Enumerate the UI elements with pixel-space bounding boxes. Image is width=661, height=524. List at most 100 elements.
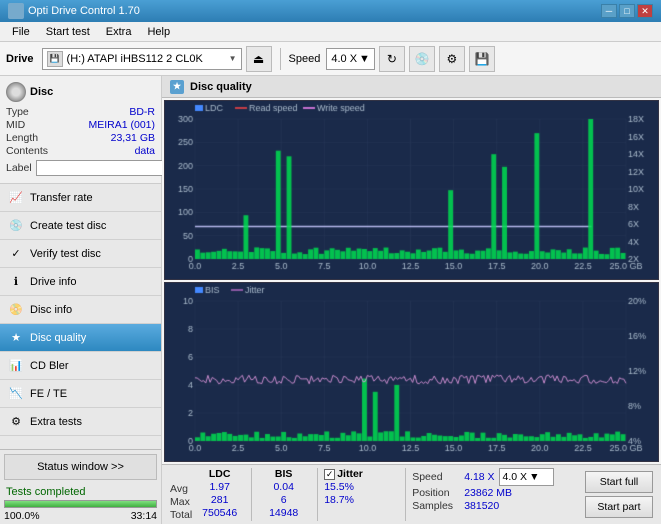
refresh-button[interactable]: ↻ bbox=[379, 46, 405, 72]
disc-quality-icon: ★ bbox=[8, 330, 24, 346]
sidebar-item-label-cd-bler: CD Bler bbox=[30, 360, 69, 372]
sidebar-item-fe-te[interactable]: 📉 FE / TE bbox=[0, 380, 161, 408]
menu-file[interactable]: File bbox=[4, 24, 38, 40]
menu-start-test[interactable]: Start test bbox=[38, 24, 98, 40]
jitter-stats-col: ✓ Jitter 15.5% 18.7% bbox=[324, 468, 399, 507]
disc-graphic bbox=[6, 82, 26, 102]
stats-bar: Avg Max Total LDC 1.97 281 750546 BIS 0.… bbox=[162, 464, 661, 524]
sidebar-item-verify-test-disc[interactable]: ✓ Verify test disc bbox=[0, 240, 161, 268]
samples-label: Samples bbox=[412, 500, 460, 512]
sidebar-item-disc-quality[interactable]: ★ Disc quality bbox=[0, 324, 161, 352]
ldc-chart bbox=[164, 100, 659, 280]
sidebar-item-cd-bler[interactable]: 📊 CD Bler bbox=[0, 352, 161, 380]
stats-divider-1 bbox=[251, 468, 252, 521]
bis-stats-col: BIS 0.04 6 14948 bbox=[256, 468, 311, 519]
menu-help[interactable]: Help bbox=[139, 24, 178, 40]
sidebar-item-label-drive-info: Drive info bbox=[30, 276, 76, 288]
disc-length-label: Length bbox=[6, 132, 38, 144]
status-text: Tests completed bbox=[0, 484, 161, 500]
start-part-button[interactable]: Start part bbox=[585, 496, 653, 518]
toolbar: Drive 💾 (H:) ATAPI iHBS112 2 CL0K ▼ ⏏ Sp… bbox=[0, 42, 661, 76]
disc-mid-value: MEIRA1 (001) bbox=[88, 119, 155, 131]
status-row: 100.0% 33:14 bbox=[0, 510, 161, 524]
drive-selector[interactable]: 💾 (H:) ATAPI iHBS112 2 CL0K ▼ bbox=[42, 48, 242, 70]
disc-type-value: BD-R bbox=[129, 106, 155, 118]
main-area: Disc Type BD-R MID MEIRA1 (001) Length 2… bbox=[0, 76, 661, 524]
close-button[interactable]: ✕ bbox=[637, 4, 653, 18]
sidebar-item-disc-info[interactable]: 📀 Disc info bbox=[0, 296, 161, 324]
total-label: Total bbox=[170, 509, 192, 521]
settings-button[interactable]: ⚙ bbox=[439, 46, 465, 72]
sidebar-item-drive-info[interactable]: ℹ Drive info bbox=[0, 268, 161, 296]
speed-dropdown-arrow: ▼ bbox=[359, 53, 370, 65]
minimize-button[interactable]: ─ bbox=[601, 4, 617, 18]
stats-labels-col: Avg Max Total bbox=[170, 468, 192, 521]
ldc-stats-col: LDC 1.97 281 750546 bbox=[192, 468, 247, 519]
disc-type-label: Type bbox=[6, 106, 29, 118]
stats-speed-selector[interactable]: 4.0 X ▼ bbox=[499, 468, 554, 486]
disc-mid-row: MID MEIRA1 (001) bbox=[6, 119, 155, 131]
content-header-icon: ★ bbox=[170, 80, 184, 94]
start-full-button[interactable]: Start full bbox=[585, 471, 653, 493]
drive-info-icon: ℹ bbox=[8, 274, 24, 290]
ldc-canvas bbox=[165, 101, 658, 279]
position-row: Position 23862 MB bbox=[412, 487, 585, 499]
samples-row: Samples 381520 bbox=[412, 500, 585, 512]
disc-length-value: 23,31 GB bbox=[111, 132, 155, 144]
sidebar-item-create-test-disc[interactable]: 💿 Create test disc bbox=[0, 212, 161, 240]
menubar: File Start test Extra Help bbox=[0, 22, 661, 42]
disc-contents-row: Contents data bbox=[6, 145, 155, 157]
maximize-button[interactable]: □ bbox=[619, 4, 635, 18]
sidebar-item-label-create-test-disc: Create test disc bbox=[30, 220, 106, 232]
window-controls: ─ □ ✕ bbox=[601, 4, 653, 18]
sidebar-nav: 📈 Transfer rate 💿 Create test disc ✓ Ver… bbox=[0, 184, 161, 449]
disc-length-row: Length 23,31 GB bbox=[6, 132, 155, 144]
sidebar-item-extra-tests[interactable]: ⚙ Extra tests bbox=[0, 408, 161, 436]
avg-label: Avg bbox=[170, 483, 192, 495]
samples-value: 381520 bbox=[464, 500, 499, 512]
cd-bler-icon: 📊 bbox=[8, 358, 24, 374]
ldc-max: 281 bbox=[211, 494, 229, 506]
sidebar-item-label-disc-quality: Disc quality bbox=[30, 332, 86, 344]
stats-speed-val: 4.0 X bbox=[503, 471, 528, 483]
drive-value: (H:) ATAPI iHBS112 2 CL0K bbox=[67, 53, 203, 65]
disc-contents-value: data bbox=[135, 145, 155, 157]
sidebar-item-label-extra-tests: Extra tests bbox=[30, 416, 82, 428]
disc-contents-label: Contents bbox=[6, 145, 48, 157]
disc-label-input[interactable] bbox=[36, 160, 174, 176]
ldc-header: LDC bbox=[209, 468, 231, 480]
bis-canvas bbox=[165, 283, 658, 461]
content-area: ★ Disc quality Avg Max Total LDC 1.97 bbox=[162, 76, 661, 524]
stats-divider-2 bbox=[317, 468, 318, 521]
disc-type-row: Type BD-R bbox=[6, 106, 155, 118]
disc-mid-label: MID bbox=[6, 119, 25, 131]
bis-jitter-chart bbox=[164, 282, 659, 462]
eject-button[interactable]: ⏏ bbox=[246, 46, 272, 72]
elapsed-time: 33:14 bbox=[131, 510, 157, 522]
bis-total: 14948 bbox=[269, 507, 298, 519]
disc-panel: Disc Type BD-R MID MEIRA1 (001) Length 2… bbox=[0, 76, 161, 184]
app-title: Opti Drive Control 1.70 bbox=[28, 5, 601, 17]
fe-te-icon: 📉 bbox=[8, 386, 24, 402]
jitter-avg: 15.5% bbox=[324, 481, 399, 493]
sidebar-bottom: Status window >> Tests completed 100.0% … bbox=[0, 449, 161, 524]
status-window-button[interactable]: Status window >> bbox=[4, 454, 157, 480]
disc-button[interactable]: 💿 bbox=[409, 46, 435, 72]
bis-avg: 0.04 bbox=[273, 481, 293, 493]
menu-extra[interactable]: Extra bbox=[98, 24, 140, 40]
speed-selector[interactable]: 4.0 X ▼ bbox=[326, 48, 375, 70]
speed-stat-label: Speed bbox=[412, 471, 460, 483]
sidebar-item-transfer-rate[interactable]: 📈 Transfer rate bbox=[0, 184, 161, 212]
save-button[interactable]: 💾 bbox=[469, 46, 495, 72]
jitter-checkbox[interactable]: ✓ bbox=[324, 469, 335, 480]
speed-stat-value: 4.18 X bbox=[464, 471, 494, 483]
progress-bar-fill bbox=[5, 501, 156, 507]
jitter-header: Jitter bbox=[337, 468, 363, 480]
verify-test-disc-icon: ✓ bbox=[8, 246, 24, 262]
speed-value: 4.0 X bbox=[331, 53, 357, 65]
progress-percent: 100.0% bbox=[4, 510, 40, 522]
drive-icon: 💾 bbox=[47, 51, 63, 67]
sidebar-item-label-transfer-rate: Transfer rate bbox=[30, 192, 93, 204]
speed-position-col: Speed 4.18 X 4.0 X ▼ Position 23862 MB S… bbox=[412, 468, 585, 512]
drive-dropdown-arrow: ▼ bbox=[229, 54, 237, 63]
